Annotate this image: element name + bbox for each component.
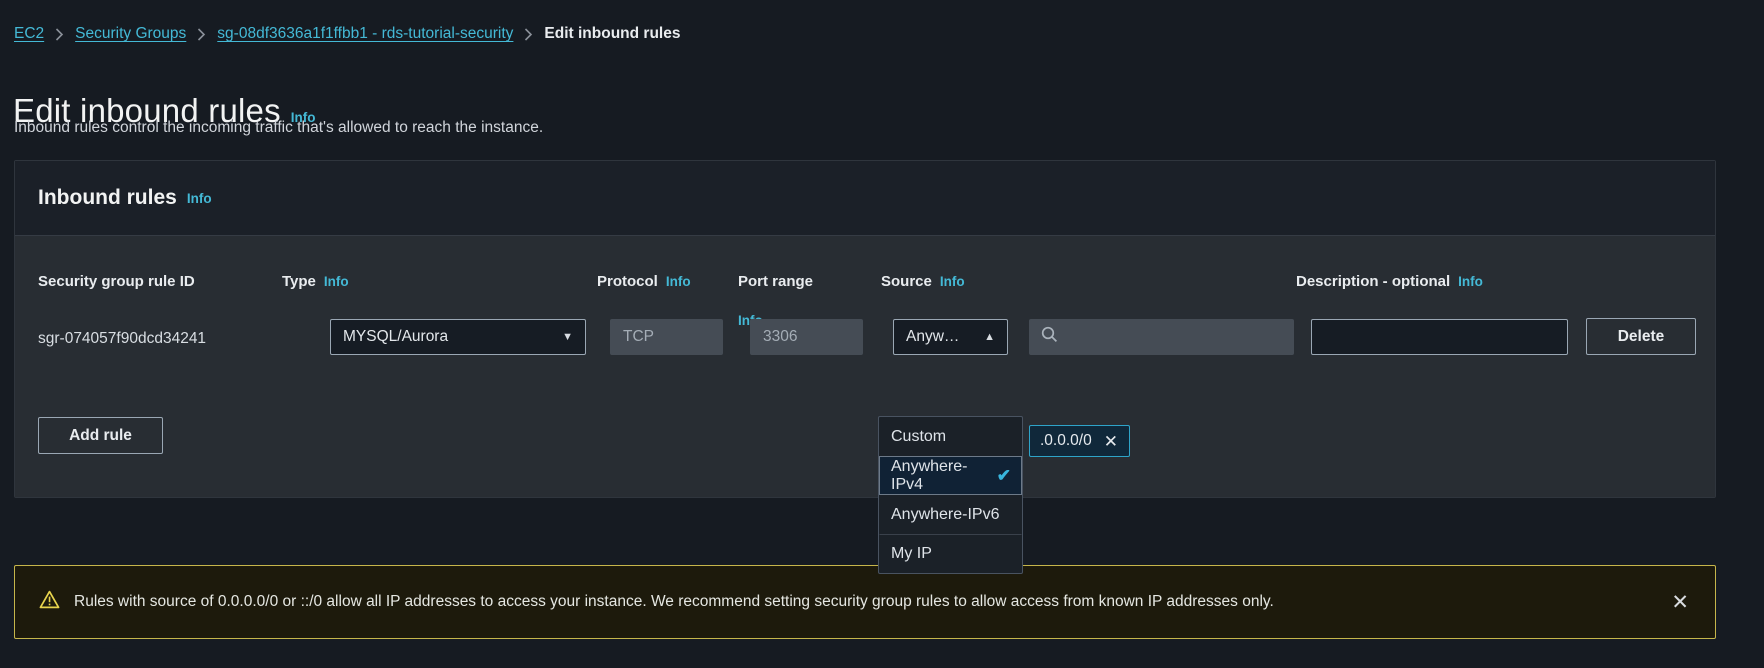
breadcrumb: EC2 Security Groups sg-08df3636a1f1ffbb1… xyxy=(14,25,680,43)
search-icon xyxy=(1041,326,1058,348)
page-description: Inbound rules control the incoming traff… xyxy=(14,119,544,136)
type-select-value: MYSQL/Aurora xyxy=(343,328,449,345)
port-range-value: 3306 xyxy=(763,328,798,345)
dropdown-option-anywhere-ipv6[interactable]: Anywhere-IPv6 xyxy=(879,495,1022,534)
breadcrumb-item-security-group[interactable]: sg-08df3636a1f1ffbb1 - rds-tutorial-secu… xyxy=(217,25,513,43)
description-input[interactable] xyxy=(1311,319,1568,355)
warning-triangle-icon xyxy=(39,590,60,614)
breadcrumb-item-security-groups[interactable]: Security Groups xyxy=(75,25,186,43)
port-range-input: 3306 xyxy=(750,319,863,355)
warning-banner: Rules with source of 0.0.0.0/0 or ::/0 a… xyxy=(14,565,1716,639)
source-info-link[interactable]: Info xyxy=(940,274,965,289)
close-icon[interactable]: ✕ xyxy=(1663,588,1697,617)
check-icon: ✔ xyxy=(996,466,1011,485)
chevron-right-icon xyxy=(524,27,533,41)
source-type-dropdown-menu: Custom Anywhere-IPv4 ✔ Anywhere-IPv6 My … xyxy=(878,416,1023,574)
chevron-right-icon xyxy=(55,27,64,41)
rules-table: Security group rule ID Type Info Protocol… xyxy=(15,236,1715,497)
panel-heading-info-link[interactable]: Info xyxy=(187,191,212,206)
source-type-value: Anyw… xyxy=(906,328,960,345)
column-header-port-range: Port range xyxy=(738,273,814,290)
inbound-rules-panel: Inbound rules Info Security group rule I… xyxy=(14,160,1716,498)
column-header-description: Description - optional Info xyxy=(1296,273,1483,290)
source-token-label: .0.0.0/0 xyxy=(1040,432,1092,449)
breadcrumb-item-current: Edit inbound rules xyxy=(544,25,681,42)
description-info-link[interactable]: Info xyxy=(1458,274,1483,289)
chevron-right-icon xyxy=(197,27,206,41)
source-token-chip: .0.0.0/0 ✕ xyxy=(1029,425,1130,457)
close-icon[interactable]: ✕ xyxy=(1104,433,1118,450)
rule-id-value: sgr-074057f90dcd34241 xyxy=(38,330,207,347)
protocol-input: TCP xyxy=(610,319,723,355)
add-rule-button[interactable]: Add rule xyxy=(38,417,163,454)
dropdown-option-anywhere-ipv4[interactable]: Anywhere-IPv4 ✔ xyxy=(879,456,1022,495)
protocol-value: TCP xyxy=(623,328,654,345)
panel-heading: Inbound rules xyxy=(38,186,177,209)
delete-rule-button[interactable]: Delete xyxy=(1586,318,1696,355)
page-header: Edit inbound rules Info xyxy=(13,70,316,152)
protocol-info-link[interactable]: Info xyxy=(666,274,691,289)
breadcrumb-item-ec2[interactable]: EC2 xyxy=(14,25,44,43)
column-header-protocol: Protocol Info xyxy=(597,273,691,290)
source-type-select[interactable]: Anyw… ▲ xyxy=(893,319,1008,355)
column-header-type: Type Info xyxy=(282,273,349,290)
dropdown-option-custom[interactable]: Custom xyxy=(879,417,1022,456)
chevron-up-icon: ▲ xyxy=(984,330,995,343)
warning-banner-text: Rules with source of 0.0.0.0/0 or ::/0 a… xyxy=(74,593,1274,610)
type-select[interactable]: MYSQL/Aurora ▼ xyxy=(330,319,586,355)
dropdown-option-my-ip[interactable]: My IP xyxy=(879,534,1022,573)
source-search-input[interactable] xyxy=(1029,319,1294,355)
chevron-down-icon: ▼ xyxy=(562,330,573,343)
type-info-link[interactable]: Info xyxy=(324,274,349,289)
panel-header: Inbound rules Info xyxy=(15,161,1715,236)
column-header-rule-id: Security group rule ID xyxy=(38,273,195,290)
column-header-source: Source Info xyxy=(881,273,965,290)
